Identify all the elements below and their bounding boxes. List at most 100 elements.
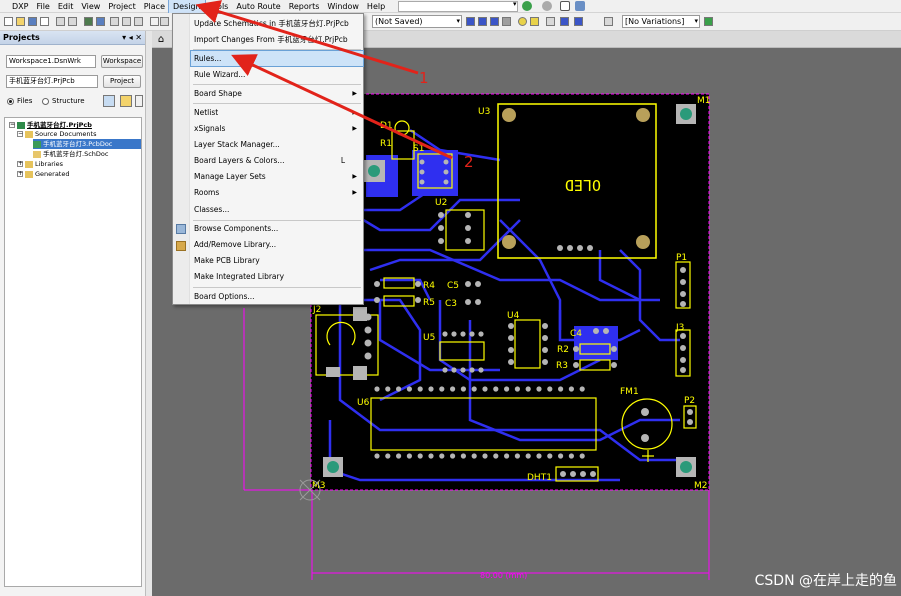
mount-hole [680, 108, 692, 120]
menu-design[interactable]: Design [168, 0, 206, 14]
collapse-icon[interactable]: − [17, 131, 23, 137]
menu-item-board-layers-colors[interactable]: Board Layers & Colors... L [191, 153, 363, 168]
ic-pad [504, 386, 510, 392]
tree-pcb-doc[interactable]: 手机蓝牙台灯3.PcbDoc [33, 139, 141, 149]
ic-pad [460, 386, 466, 392]
label-p1: P1 [676, 253, 687, 263]
differential-pair-icon[interactable] [478, 17, 487, 26]
menu-item-manage-layer-sets[interactable]: Manage Layer Sets ▶ [191, 169, 363, 184]
workspace-combo[interactable]: Workspace1.DsnWrk [6, 55, 96, 68]
tree-source-documents[interactable]: − Source Documents [17, 129, 96, 139]
menu-reports[interactable]: Reports [285, 0, 324, 13]
saved-status-label: (Not Saved) [375, 17, 423, 26]
menu-separator [193, 103, 361, 104]
copper-fill-s1 [412, 150, 458, 196]
zoom-icon[interactable] [56, 17, 65, 26]
save-icon[interactable] [28, 17, 37, 26]
collapse-icon[interactable]: − [9, 122, 15, 128]
multi-route-icon[interactable] [490, 17, 499, 26]
tree-sch-doc[interactable]: 手机蓝牙台灯.SchDoc [33, 149, 108, 159]
ic-pad [428, 453, 434, 459]
place-pad-icon[interactable] [530, 17, 539, 26]
menu-item-rule-wizard[interactable]: Rule Wizard... [191, 67, 363, 82]
menu-item-update-schematics[interactable]: Update Schematics in 手机蓝牙台灯.PrjPcb [191, 16, 363, 31]
print-icon[interactable] [40, 17, 49, 26]
mount-hole [502, 235, 516, 249]
expand-icon[interactable]: + [17, 171, 23, 177]
tree-generated[interactable]: + Generated [17, 169, 69, 179]
menu-item-xsignals[interactable]: xSignals ▶ [191, 121, 363, 136]
menu-item-add-remove-library[interactable]: Add/Remove Library... [191, 237, 363, 252]
undo-icon[interactable] [160, 17, 169, 26]
menu-item-rooms[interactable]: Rooms ▶ [191, 185, 363, 200]
new-icon[interactable] [4, 17, 13, 26]
nav-icon[interactable] [575, 1, 585, 11]
menu-item-make-integrated-library[interactable]: Make Integrated Library [191, 269, 363, 284]
menu-item-browse-components[interactable]: Browse Components... [191, 221, 363, 236]
menu-place[interactable]: Place [140, 0, 169, 13]
label-d1: D1 [380, 121, 393, 131]
grid-icon[interactable] [604, 17, 613, 26]
route-icon[interactable] [110, 17, 119, 26]
menu-item-classes[interactable]: Classes... [191, 202, 363, 217]
open-icon[interactable] [16, 17, 25, 26]
menu-item-label: Update Schematics in 手机蓝牙台灯.PrjPcb [194, 19, 349, 28]
panel-controls-icon[interactable]: ▾ ◂ ✕ [122, 31, 142, 45]
home-icon[interactable] [560, 1, 570, 11]
project-button[interactable]: Project [103, 75, 141, 88]
component-icon[interactable] [84, 17, 93, 26]
browse-components-icon [176, 224, 186, 234]
menu-item-layer-stack-manager[interactable]: Layer Stack Manager... [191, 137, 363, 152]
files-radio[interactable] [7, 98, 14, 105]
back-icon[interactable] [522, 1, 532, 11]
menu-file[interactable]: File [32, 0, 53, 13]
menu-item-rules[interactable]: Rules... [190, 50, 364, 67]
saved-status-combo[interactable]: (Not Saved) ▾ [372, 15, 462, 28]
home-icon[interactable]: ⌂ [154, 33, 168, 46]
project-options-icon[interactable] [103, 95, 115, 107]
chevron-down-icon[interactable]: ▾ [513, 0, 517, 8]
menu-item-board-shape[interactable]: Board Shape ▶ [191, 86, 363, 101]
menu-view[interactable]: View [77, 0, 104, 13]
menu-item-import-changes[interactable]: Import Changes From 手机蓝牙台灯.PrjPcb [191, 32, 363, 47]
project-combo[interactable]: 手机蓝牙台灯.PrjPcb [6, 75, 98, 88]
ic-pad [417, 386, 423, 392]
label-c5: C5 [447, 281, 459, 291]
menu-auto-route[interactable]: Auto Route [232, 0, 284, 13]
tree-libraries[interactable]: + Libraries [17, 159, 63, 169]
cross-icon[interactable] [150, 17, 159, 26]
workspace-button[interactable]: Workspace [101, 55, 143, 68]
ic-pad [471, 453, 477, 459]
chevron-down-icon[interactable] [135, 95, 143, 107]
interactive-route-icon[interactable] [466, 17, 475, 26]
ic-pad [493, 453, 499, 459]
move-icon[interactable] [134, 17, 143, 26]
place-polygon-icon[interactable] [560, 17, 569, 26]
menu-dxp[interactable]: DXP [8, 0, 32, 13]
chevron-down-icon: ▾ [456, 17, 460, 25]
place-arc-icon[interactable] [502, 17, 511, 26]
expand-icon[interactable]: + [17, 161, 23, 167]
select-icon[interactable] [122, 17, 131, 26]
forward-icon[interactable] [542, 1, 552, 11]
variant-icon[interactable] [704, 17, 713, 26]
path-combo[interactable] [398, 1, 518, 12]
menu-tools[interactable]: Tools [205, 0, 233, 13]
menu-help[interactable]: Help [363, 0, 389, 13]
structure-radio[interactable] [42, 98, 49, 105]
menu-item-board-options[interactable]: Board Options... [191, 289, 363, 304]
menu-item-make-pcb-library[interactable]: Make PCB Library [191, 253, 363, 268]
menu-item-netlist[interactable]: Netlist ▶ [191, 105, 363, 120]
place-via-icon[interactable] [518, 17, 527, 26]
layer-icon[interactable] [96, 17, 105, 26]
menu-window[interactable]: Window [323, 0, 363, 13]
place-region-icon[interactable] [574, 17, 583, 26]
zoom-area-icon[interactable] [68, 17, 77, 26]
ic-pad [469, 331, 475, 337]
place-string-icon[interactable] [590, 17, 599, 26]
place-fill-icon[interactable] [546, 17, 555, 26]
menu-edit[interactable]: Edit [54, 0, 78, 13]
folder-options-icon[interactable] [120, 95, 132, 107]
menu-project[interactable]: Project [104, 0, 139, 13]
variations-combo[interactable]: [No Variations] ▾ [622, 15, 700, 28]
